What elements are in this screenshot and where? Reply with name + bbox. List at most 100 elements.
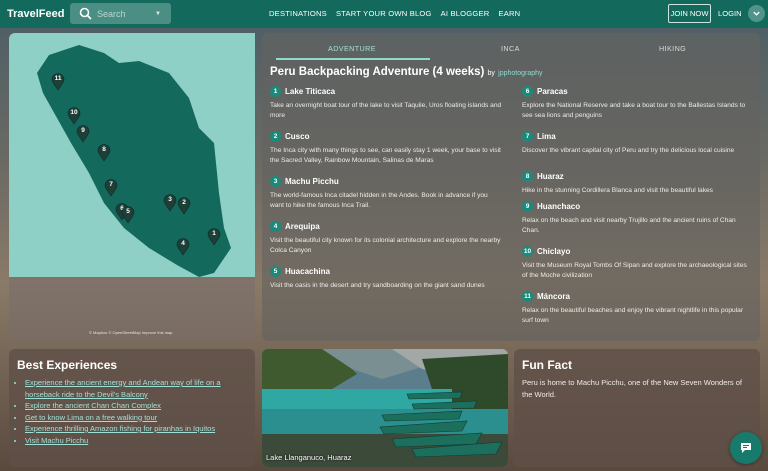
tab-adventure[interactable]: ADVENTURE [328, 44, 376, 53]
map-pin-label: 11 [54, 75, 62, 82]
map-pin-icon[interactable]: 8 [97, 144, 111, 162]
list-item: Experience the ancient energy and Andean… [25, 377, 241, 400]
stop-name[interactable]: Arequipa [285, 222, 320, 231]
best-experiences-title: Best Experiences [17, 358, 118, 372]
tab-inca[interactable]: INCA [501, 44, 520, 53]
trip-by: by [487, 70, 495, 77]
itinerary-stop: 10 Chiclayo Visit the Museum Royal Tombs O… [522, 245, 754, 281]
experience-link[interactable]: Get to know Lima on a free walking tour [25, 413, 157, 422]
itinerary-stop: 4 Arequipa Visit the beautiful city known … [270, 220, 502, 256]
stop-number-badge: 10 [522, 246, 533, 257]
login-link[interactable]: LOGIN [718, 9, 742, 18]
itinerary-stop: 7 Lima Discover the vibrant capital city o… [522, 130, 754, 156]
map-pin-icon[interactable]: 7 [104, 179, 118, 197]
map-pin-icon[interactable]: 2 [177, 197, 191, 215]
best-experiences-panel: Best Experiences Experience the ancient … [9, 349, 255, 467]
stop-number-badge: 5 [270, 266, 281, 277]
trip-author-link[interactable]: jpphotography [498, 70, 542, 77]
chat-icon [741, 443, 751, 453]
tab-hiking[interactable]: HIKING [659, 44, 686, 53]
trip-title: Peru Backpacking Adventure (4 weeks) by … [270, 66, 543, 78]
stop-name[interactable]: Huanchaco [537, 202, 580, 211]
experience-link[interactable]: Explore the ancient Chan Chan Complex [25, 401, 161, 410]
search-box[interactable]: ▼ [70, 3, 171, 24]
stop-header: 11 Máncora [522, 290, 754, 303]
itinerary-stop: 3 Machu Picchu The world-famous Inca citad… [270, 175, 502, 211]
map-pin-icon[interactable]: 10 [67, 107, 81, 125]
lake-photo [262, 349, 508, 467]
map-pin-icon[interactable]: 11 [51, 73, 65, 91]
map-pin-icon[interactable]: 9 [76, 125, 90, 143]
stop-description: Explore the National Reserve and take a … [522, 102, 746, 119]
search-input[interactable] [97, 8, 152, 19]
map-pin-label: 5 [126, 208, 130, 215]
stop-header: 3 Machu Picchu [270, 175, 502, 188]
stop-name[interactable]: Cusco [285, 132, 309, 141]
stop-header: 5 Huacachina [270, 265, 502, 278]
stop-name[interactable]: Chiclayo [537, 247, 570, 256]
nav-start-blog[interactable]: START YOUR OWN BLOG [336, 9, 432, 18]
stop-description: The world-famous Inca citadel hidden in … [270, 192, 488, 209]
stop-name[interactable]: Paracas [537, 87, 568, 96]
stop-number-badge: 4 [270, 221, 281, 232]
tab-bar: ADVENTURE INCA HIKING [262, 33, 760, 60]
map-pin-icon[interactable]: 4 [176, 238, 190, 256]
itinerary-stop: 8 Huaraz Hike in the stunning Cordillera B… [522, 170, 754, 196]
experience-link[interactable]: Experience thrilling Amazon fishing for … [25, 424, 215, 433]
map-pin-label: 10 [70, 109, 78, 116]
search-icon [79, 7, 92, 20]
map-pin-icon[interactable]: 5 [121, 206, 135, 224]
stop-name[interactable]: Huacachina [285, 267, 330, 276]
itinerary-panel: ADVENTURE INCA HIKING Peru Backpacking A… [262, 33, 760, 341]
peru-shape [37, 45, 231, 277]
stop-number-badge: 8 [522, 171, 533, 182]
chevron-down-icon[interactable]: ▼ [155, 11, 161, 17]
fun-fact-title: Fun Fact [522, 358, 572, 372]
itinerary-stop: 6 Paracas Explore the National Reserve and… [522, 85, 754, 121]
nav-earn[interactable]: EARN [498, 9, 520, 18]
list-item: Get to know Lima on a free walking tour [25, 412, 241, 424]
itinerary-stop: 1 Lake Titicaca Take an overnight boat tou… [270, 85, 502, 121]
main-nav: DESTINATIONS START YOUR OWN BLOG AI BLOG… [269, 9, 520, 18]
account-menu-button[interactable] [748, 5, 765, 22]
experience-link[interactable]: Visit Machu Picchu [25, 436, 88, 445]
top-bar: TravelFeed ▼ DESTINATIONS START YOUR OWN… [0, 0, 768, 28]
map-pin-label: 7 [109, 181, 113, 188]
stop-name[interactable]: Machu Picchu [285, 177, 339, 186]
nav-ai-blogger[interactable]: AI BLOGGER [441, 9, 490, 18]
map-pin-label: 1 [212, 230, 216, 237]
logo[interactable]: TravelFeed [7, 8, 70, 20]
list-item: Visit Machu Picchu [25, 435, 241, 447]
stop-name[interactable]: Lima [537, 132, 556, 141]
experiences-list: Experience the ancient energy and Andean… [25, 377, 241, 446]
map-pin-icon[interactable]: 3 [163, 194, 177, 212]
chat-button[interactable] [730, 432, 762, 464]
join-now-button[interactable]: JOIN NOW [668, 4, 711, 23]
stop-name[interactable]: Lake Titicaca [285, 87, 335, 96]
stop-header: 2 Cusco [270, 130, 502, 143]
itinerary-stop: 5 Huacachina Visit the oasis in the desert… [270, 265, 502, 291]
stop-name[interactable]: Máncora [537, 292, 570, 301]
stop-description: Take an overnight boat tour of the lake … [270, 102, 502, 119]
stop-description: Hike in the stunning Cordillera Blanca a… [522, 187, 713, 194]
map-pin-label: 2 [182, 199, 186, 206]
map[interactable]: 11 10 9 8 7 6 5 3 2 4 1 [9, 33, 255, 277]
stop-header: 9 Huanchaco [522, 200, 754, 213]
itinerary-stop: 2 Cusco The Inca city with many things to … [270, 130, 502, 166]
destination-photo[interactable]: Lake Llanganuco, Huaraz [262, 349, 508, 467]
stop-header: 7 Lima [522, 130, 754, 143]
experience-link[interactable]: Experience the ancient energy and Andean… [25, 378, 221, 399]
stop-number-badge: 11 [522, 291, 533, 302]
stop-description: Visit the beautiful city known for its c… [270, 237, 501, 254]
stop-description: Relax on the beautiful beaches and enjoy… [522, 307, 744, 324]
stop-name[interactable]: Huaraz [537, 172, 564, 181]
stop-description: Visit the Museum Royal Tombs Of Sipan an… [522, 262, 747, 279]
map-pin-icon[interactable]: 1 [207, 228, 221, 246]
stop-header: 8 Huaraz [522, 170, 754, 183]
nav-destinations[interactable]: DESTINATIONS [269, 9, 327, 18]
fun-fact-panel: Fun Fact Peru is home to Machu Picchu, o… [514, 349, 760, 467]
list-item: Experience thrilling Amazon fishing for … [25, 423, 241, 435]
stop-header: 6 Paracas [522, 85, 754, 98]
stop-description: The Inca city with many things to see, c… [270, 147, 501, 164]
stop-number-badge: 6 [522, 86, 533, 97]
